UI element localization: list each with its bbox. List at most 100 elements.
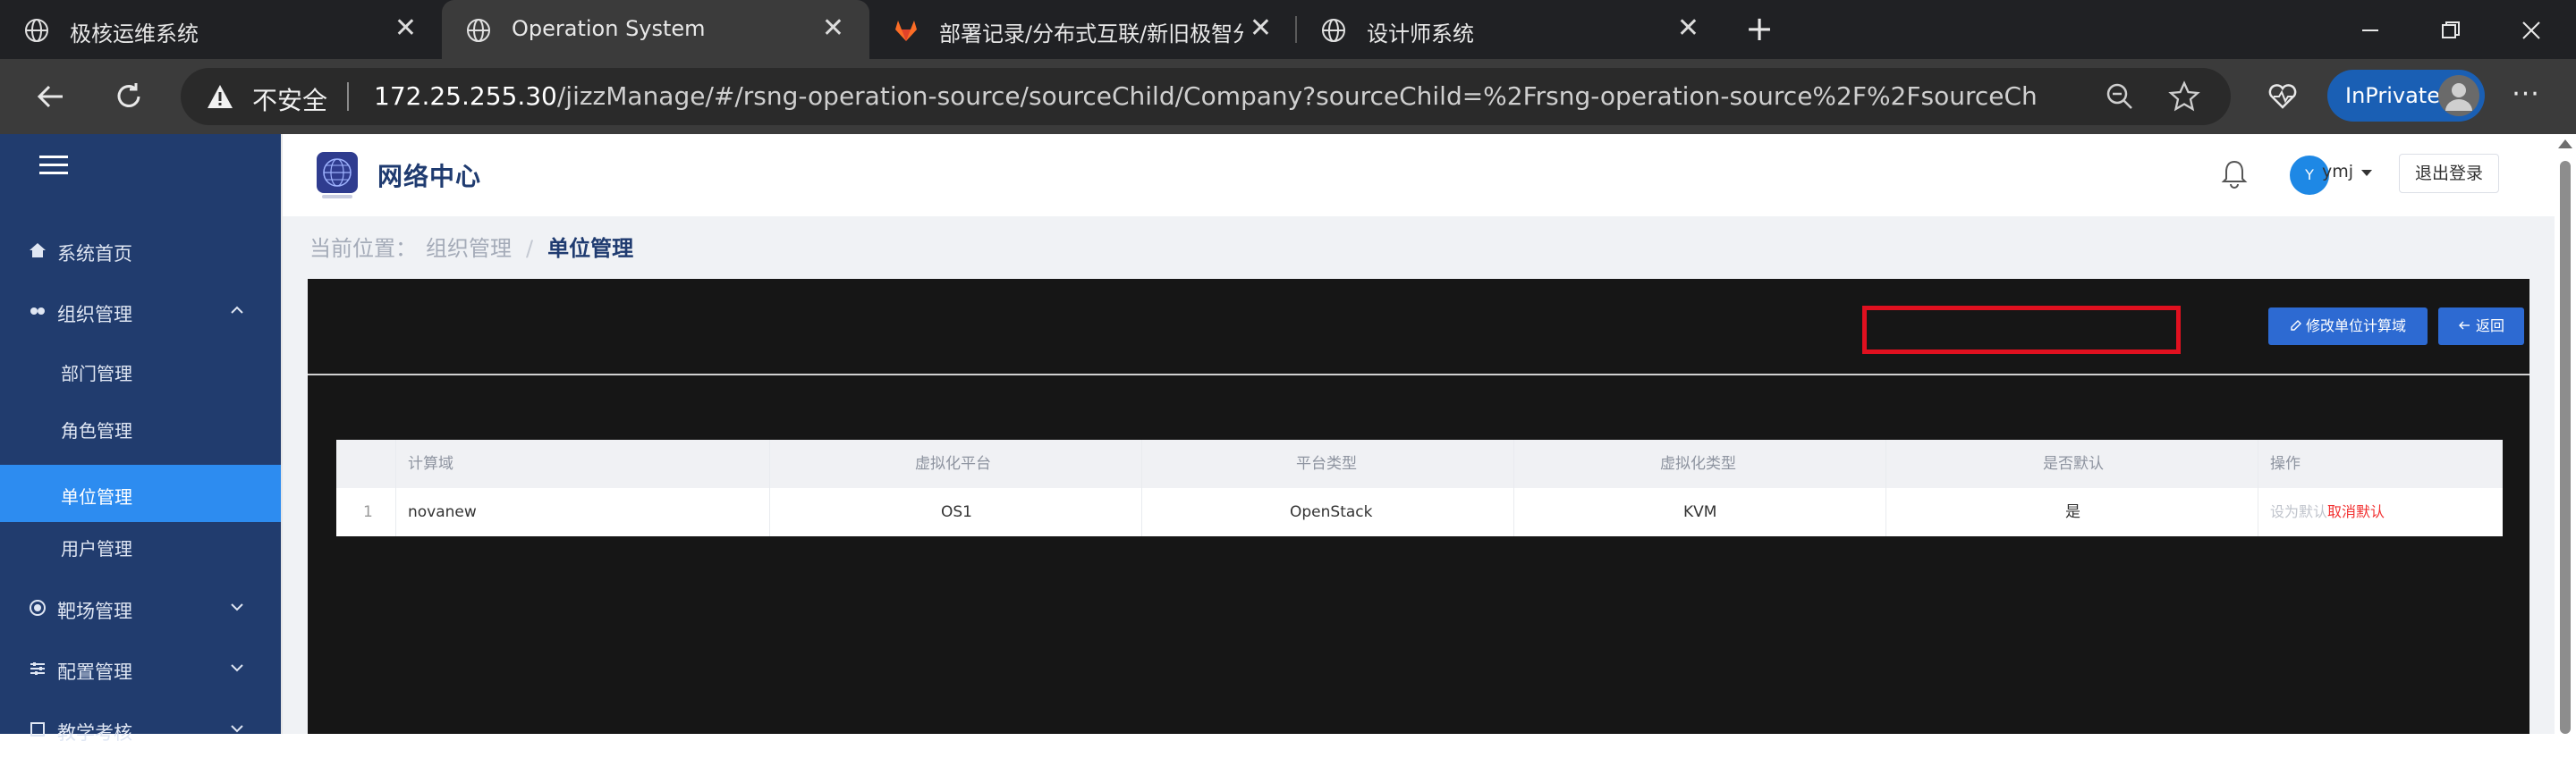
brand-title: 网络中心 bbox=[377, 162, 482, 191]
warning-icon[interactable] bbox=[206, 82, 234, 111]
restore-icon bbox=[2442, 21, 2460, 38]
scrollbar-thumb[interactable] bbox=[2560, 161, 2571, 734]
reload-button[interactable] bbox=[107, 75, 150, 118]
tab-title: 极核运维系统 bbox=[70, 21, 199, 46]
sidebar-subitem-department[interactable]: 部门管理 bbox=[0, 341, 281, 399]
close-tab-icon[interactable]: ✕ bbox=[822, 15, 844, 42]
table-row: 1 novanew OS1 OpenStack KVM 是 设为默认 取消默认 bbox=[336, 488, 2503, 536]
cell-domain: novanew bbox=[408, 503, 477, 521]
chevron-down-icon bbox=[231, 725, 243, 733]
sidebar-item-teaching[interactable]: 教学考核 bbox=[0, 701, 281, 758]
page-scrollbar[interactable] bbox=[2555, 134, 2576, 734]
arrow-left-icon bbox=[37, 85, 63, 108]
sidebar-subitem-unit[interactable]: 单位管理 bbox=[0, 465, 281, 522]
browser-tab-active[interactable]: Operation System ✕ bbox=[442, 0, 869, 59]
cell-platform-type: OpenStack bbox=[1290, 503, 1373, 521]
sidebar-item-label: 配置管理 bbox=[57, 661, 132, 683]
gitlab-icon bbox=[895, 21, 917, 41]
hamburger-menu-icon[interactable] bbox=[39, 154, 68, 177]
minimize-button[interactable] bbox=[2326, 0, 2415, 59]
column-header: 虚拟化类型 bbox=[1660, 455, 1736, 473]
column-divider bbox=[1141, 440, 1142, 536]
browser-tab[interactable]: 极核运维系统 ✕ bbox=[0, 0, 442, 59]
sidebar-item-org[interactable]: 组织管理 bbox=[0, 282, 281, 340]
bell-icon[interactable] bbox=[2218, 157, 2250, 190]
back-button[interactable] bbox=[29, 75, 72, 118]
close-tab-icon[interactable]: ✕ bbox=[1250, 15, 1272, 42]
sidebar-subitem-role[interactable]: 角色管理 bbox=[0, 399, 281, 456]
arrow-left-icon bbox=[2458, 321, 2470, 330]
reload-icon bbox=[117, 83, 140, 107]
close-icon bbox=[2522, 21, 2540, 39]
zoom-out-icon[interactable] bbox=[2104, 80, 2136, 113]
panel-divider bbox=[308, 374, 2529, 375]
breadcrumb-parent[interactable]: 组织管理 bbox=[426, 236, 512, 261]
column-divider bbox=[395, 440, 396, 536]
globe-icon bbox=[1322, 19, 1345, 42]
security-label[interactable]: 不安全 bbox=[252, 81, 327, 117]
inprivate-badge[interactable]: InPrivate bbox=[2327, 70, 2485, 122]
sidebar-item-home[interactable]: 系统首页 bbox=[0, 222, 281, 279]
book-icon bbox=[30, 722, 45, 737]
browser-tab[interactable]: 设计师系统 ✕ bbox=[1297, 0, 1724, 59]
url-text[interactable]: 172.25.255.30/jizzManage/#/rsng-operatio… bbox=[374, 81, 2038, 111]
breadcrumb-separator: / bbox=[526, 236, 534, 261]
edit-compute-domain-button[interactable]: 修改单位计算域 bbox=[2268, 307, 2428, 345]
url-path: /jizzManage/#/rsng-operation-source/sour… bbox=[556, 81, 2038, 111]
org-icon bbox=[30, 307, 45, 315]
column-divider bbox=[1513, 440, 1514, 536]
column-header: 平台类型 bbox=[1296, 455, 1357, 473]
column-header: 操作 bbox=[2270, 455, 2301, 473]
cell-is-default: 是 bbox=[2065, 503, 2080, 521]
tab-title: 部署记录/分布式互联/新旧极智分 bbox=[939, 21, 1243, 46]
sidebar-item-label: 系统首页 bbox=[57, 243, 132, 265]
cell-virt-type: KVM bbox=[1683, 503, 1717, 521]
user-name[interactable]: ymj bbox=[2322, 162, 2353, 181]
tab-title: Operation System bbox=[512, 16, 706, 41]
sliders-icon bbox=[30, 662, 45, 675]
sidebar-item-range[interactable]: 靶场管理 bbox=[0, 579, 281, 636]
browser-toolbar: 不安全 172.25.255.30/jizzManage/#/rsng-oper… bbox=[0, 59, 2576, 134]
column-divider bbox=[769, 440, 770, 536]
cancel-default-link[interactable]: 取消默认 bbox=[2327, 488, 2385, 536]
table-header: 计算域 虚拟化平台 平台类型 虚拟化类型 是否默认 操作 bbox=[336, 440, 2503, 488]
favorite-star-icon[interactable] bbox=[2168, 80, 2200, 113]
main-content: 网络中心 Y ymj 退出登录 当前位置： 组织管理 / 单位管理 修改单位计算域 返… bbox=[283, 134, 2555, 734]
close-window-button[interactable] bbox=[2487, 0, 2576, 59]
close-tab-icon[interactable]: ✕ bbox=[1677, 15, 1699, 42]
profile-avatar bbox=[2438, 75, 2479, 116]
breadcrumb-current: 单位管理 bbox=[547, 236, 634, 261]
home-icon bbox=[30, 243, 46, 257]
sidebar-subitem-user[interactable]: 用户管理 bbox=[0, 517, 281, 574]
caret-down-icon[interactable] bbox=[2361, 170, 2372, 176]
edit-compute-domain-label: 修改单位计算域 bbox=[2305, 317, 2406, 334]
address-separator bbox=[347, 82, 349, 111]
column-header: 虚拟化平台 bbox=[915, 455, 991, 473]
content-panel: 修改单位计算域 返回 计算域 虚拟化平台 平台类型 虚拟化类型 是否默认 操作 … bbox=[308, 279, 2529, 734]
sidebar-item-config[interactable]: 配置管理 bbox=[0, 640, 281, 697]
address-bar[interactable]: 不安全 172.25.255.30/jizzManage/#/rsng-oper… bbox=[181, 68, 2231, 125]
row-index: 1 bbox=[363, 503, 373, 521]
edit-icon bbox=[2291, 320, 2301, 331]
more-menu-icon[interactable]: ··· bbox=[2504, 75, 2547, 118]
sidebar-item-label: 靶场管理 bbox=[57, 601, 132, 622]
cell-platform: OS1 bbox=[941, 503, 972, 521]
logout-button[interactable]: 退出登录 bbox=[2399, 154, 2499, 193]
url-host: 172.25.255.30 bbox=[374, 81, 557, 111]
highlight-box bbox=[1862, 306, 2181, 354]
breadcrumb: 当前位置： 组织管理 / 单位管理 bbox=[309, 231, 642, 266]
new-tab-button[interactable]: + bbox=[1739, 9, 1780, 50]
heart-pulse-icon bbox=[2268, 84, 2297, 109]
column-divider bbox=[1885, 440, 1886, 536]
logo bbox=[317, 152, 358, 198]
sidebar-item-label: 组织管理 bbox=[57, 304, 132, 325]
restore-button[interactable] bbox=[2406, 0, 2496, 59]
back-to-list-button[interactable]: 返回 bbox=[2438, 307, 2524, 345]
browser-tab[interactable]: 部署记录/分布式互联/新旧极智分 ✕ bbox=[869, 0, 1297, 59]
column-header: 是否默认 bbox=[2043, 455, 2104, 473]
person-icon bbox=[2445, 83, 2472, 111]
sidebar-item-label: 教学考核 bbox=[57, 722, 132, 744]
scroll-up-arrow-icon[interactable] bbox=[2558, 139, 2572, 148]
browser-essentials-button[interactable] bbox=[2261, 75, 2304, 118]
close-tab-icon[interactable]: ✕ bbox=[394, 15, 417, 42]
